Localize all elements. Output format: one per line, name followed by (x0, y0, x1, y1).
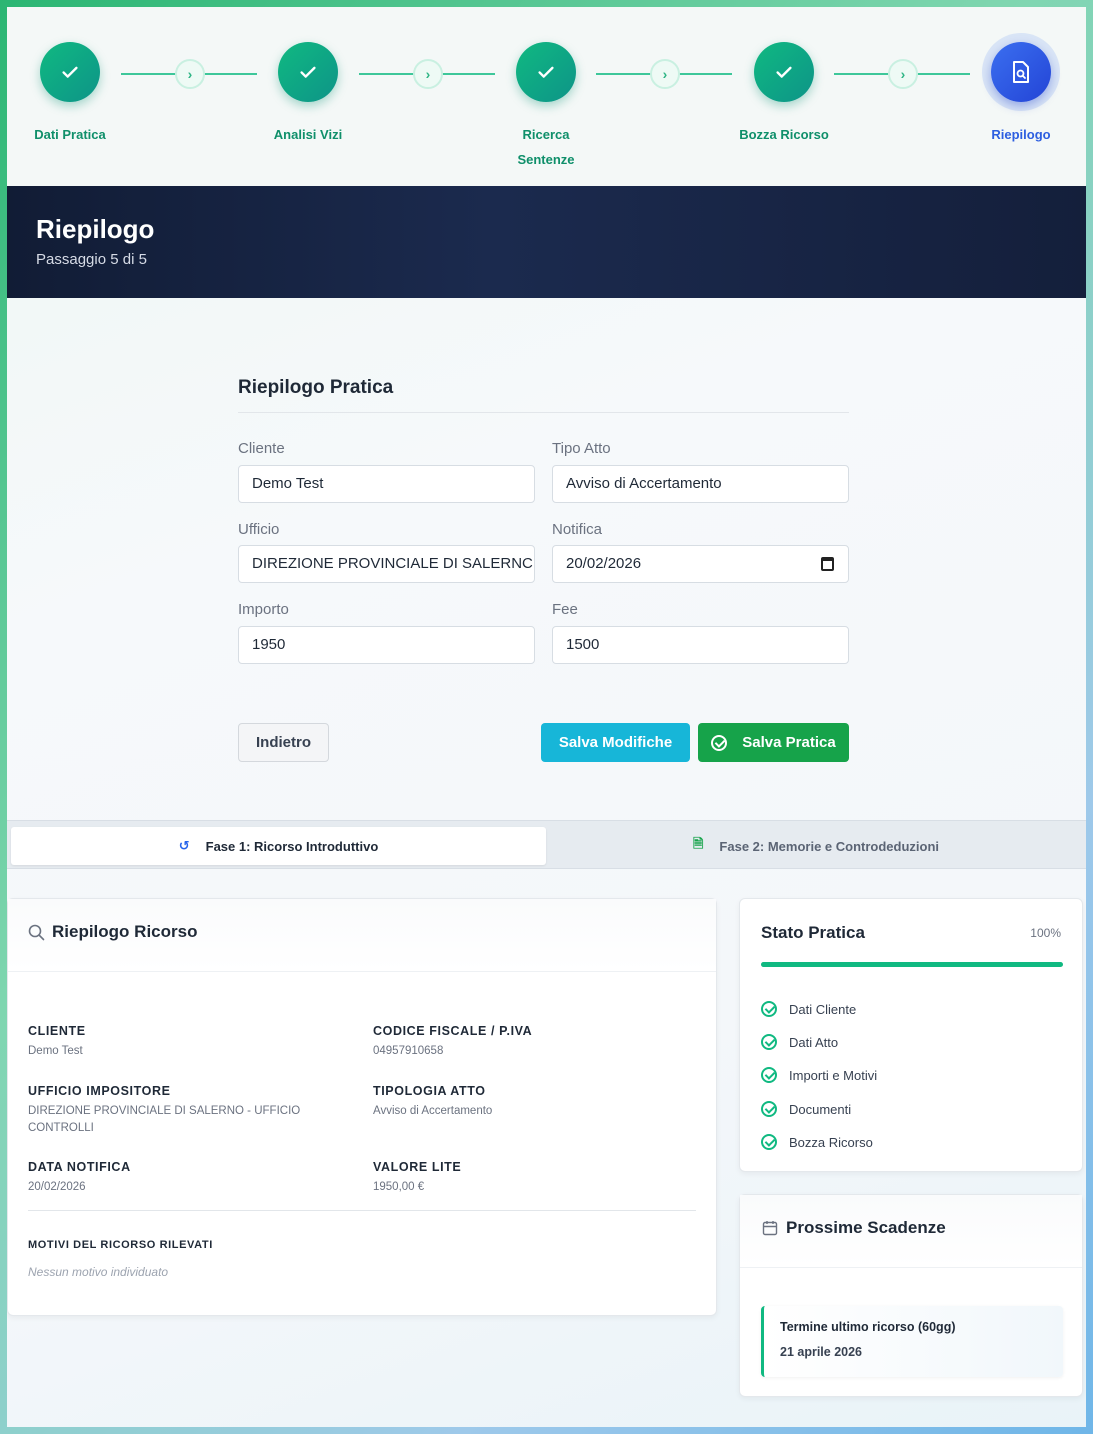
step-bozza-ricorso[interactable]: Bozza Ricorso (714, 42, 854, 147)
tab-fase-2[interactable]: 🗎 Fase 2: Memorie e Controdeduzioni (546, 827, 1086, 865)
tipo-atto-field[interactable]: Avviso di Accertamento (552, 465, 849, 503)
status-item-label: Bozza Ricorso (789, 1134, 873, 1150)
status-item-label: Dati Atto (789, 1034, 839, 1050)
progress-fill (761, 962, 1063, 967)
summary-key: VALORE LITE (373, 1160, 462, 1174)
cliente-field[interactable]: Demo Test (238, 465, 535, 503)
summary-card-header: Riepilogo Ricorso (8, 899, 716, 972)
file-search-icon (991, 42, 1051, 102)
check-circle-icon (761, 1134, 777, 1150)
fee-label: Fee (552, 601, 578, 618)
back-button[interactable]: Indietro (238, 723, 329, 762)
page-subtitle: Passaggio 5 di 5 (36, 251, 147, 268)
divider (28, 1210, 696, 1211)
step-label: Bozza Ricorso (739, 127, 829, 142)
step-riepilogo[interactable]: Riepilogo (951, 42, 1086, 147)
summary-key: CLIENTE (28, 1024, 86, 1038)
check-icon (516, 42, 576, 102)
page-header: Riepilogo Passaggio 5 di 5 (7, 186, 1086, 298)
check-circle-icon (761, 1001, 777, 1017)
step-label: Ricerca Sentenze (517, 127, 575, 167)
check-circle-icon (761, 1101, 777, 1117)
tipo-atto-label: Tipo Atto (552, 440, 611, 457)
summary-value: DIREZIONE PROVINCIALE DI SALERNO - UFFIC… (28, 1105, 301, 1134)
deadline-date: 21 aprile 2026 (780, 1345, 863, 1359)
summary-title: Riepilogo Ricorso (52, 922, 198, 941)
chevron-right-icon: › (175, 59, 205, 89)
step-analisi-vizi[interactable]: Analisi Vizi (238, 42, 378, 147)
status-title: Stato Pratica (761, 923, 865, 942)
step-ricerca-sentenze[interactable]: Ricerca Sentenze (476, 42, 616, 172)
phase-tabs: ↺ Fase 1: Ricorso Introduttivo 🗎 Fase 2:… (7, 820, 1086, 869)
status-item: Dati Cliente (761, 1000, 856, 1018)
deadlines-card-header: Prossime Scadenze (740, 1195, 1082, 1268)
summary-card: Riepilogo Ricorso CLIENTE Demo Test CODI… (7, 898, 717, 1316)
status-item: Documenti (761, 1100, 851, 1118)
cliente-label: Cliente (238, 440, 285, 457)
notifica-label: Notifica (552, 521, 603, 538)
ufficio-field[interactable]: DIREZIONE PROVINCIALE DI SALERNC (238, 545, 535, 583)
check-circle-icon (761, 1067, 777, 1083)
tab-label: Fase 2: Memorie e Controdeduzioni (719, 838, 940, 854)
check-icon (754, 42, 814, 102)
status-item: Dati Atto (761, 1033, 838, 1051)
status-item-label: Importi e Motivi (789, 1067, 878, 1083)
summary-key: CODICE FISCALE / P.IVA (373, 1024, 533, 1038)
notifica-value: 20/02/2026 (566, 555, 642, 572)
chevron-right-icon: › (413, 59, 443, 89)
deadline-item: Termine ultimo ricorso (60gg) 21 aprile … (761, 1306, 1063, 1377)
save-practice-button[interactable]: Salva Pratica (698, 723, 849, 762)
progress-stepper: › › › › Dati Pratica Analisi Vizi Ricerc… (7, 7, 1086, 186)
progress-bar (761, 962, 1063, 967)
fee-field[interactable]: 1500 (552, 626, 849, 664)
notifica-date-field[interactable]: 20/02/2026 (552, 545, 849, 583)
summary-value: 1950,00 € (373, 1181, 425, 1193)
importo-field[interactable]: 1950 (238, 626, 535, 664)
summary-value: Nessun motivo individuato (28, 1265, 169, 1279)
status-card: Stato Pratica 100% Dati Cliente Dati Att… (739, 898, 1083, 1172)
form-title: Riepilogo Pratica (238, 377, 394, 398)
calendar-icon (762, 1221, 778, 1236)
search-icon (28, 924, 45, 941)
progress-percent: 100% (1030, 926, 1061, 940)
step-label: Riepilogo (991, 127, 1051, 142)
tab-fase-1[interactable]: ↺ Fase 1: Ricorso Introduttivo (11, 827, 546, 865)
page-title: Riepilogo (36, 214, 155, 244)
summary-key: TIPOLOGIA ATTO (373, 1084, 486, 1098)
chevron-right-icon: › (888, 59, 918, 89)
check-circle-icon (711, 734, 728, 751)
importo-label: Importo (238, 601, 289, 618)
check-icon (278, 42, 338, 102)
chevron-right-icon: › (650, 59, 680, 89)
calendar-icon[interactable] (821, 557, 834, 571)
summary-value: Avviso di Accertamento (373, 1105, 493, 1117)
deadlines-card: Prossime Scadenze Termine ultimo ricorso… (739, 1194, 1083, 1397)
summary-key: MOTIVI DEL RICORSO RILEVATI (28, 1239, 213, 1251)
summary-value: 20/02/2026 (28, 1181, 86, 1193)
file-icon: 🗎 (692, 836, 704, 851)
deadline-title: Termine ultimo ricorso (60gg) (780, 1320, 956, 1334)
ufficio-label: Ufficio (238, 521, 280, 538)
save-changes-button[interactable]: Salva Modifiche (541, 723, 690, 762)
save-practice-label: Salva Pratica (742, 734, 836, 751)
check-circle-icon (761, 1034, 777, 1050)
step-dati-pratica[interactable]: Dati Pratica (7, 42, 140, 147)
summary-value: 04957910658 (373, 1045, 444, 1057)
divider (238, 412, 849, 413)
summary-key: DATA NOTIFICA (28, 1160, 131, 1174)
app-frame: › › › › Dati Pratica Analisi Vizi Ricerc… (7, 7, 1086, 1427)
status-item: Bozza Ricorso (761, 1133, 873, 1151)
status-item-label: Dati Cliente (789, 1001, 857, 1017)
history-icon: ↺ (178, 838, 190, 853)
step-label: Dati Pratica (34, 127, 106, 142)
status-item: Importi e Motivi (761, 1066, 877, 1084)
summary-key: UFFICIO IMPOSITORE (28, 1084, 171, 1098)
status-item-label: Documenti (789, 1101, 852, 1117)
check-icon (40, 42, 100, 102)
deadlines-title: Prossime Scadenze (786, 1218, 946, 1237)
summary-value: Demo Test (28, 1045, 83, 1057)
step-label: Analisi Vizi (273, 127, 343, 142)
tab-label: Fase 1: Ricorso Introduttivo (205, 838, 379, 854)
